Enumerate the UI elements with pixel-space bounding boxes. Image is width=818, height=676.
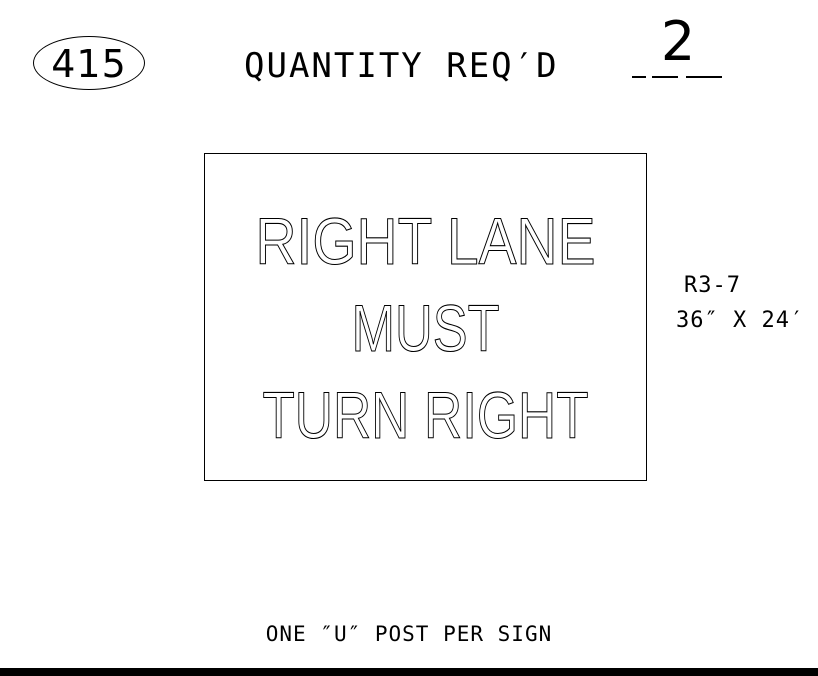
sign-code: R3-7 [684,273,741,298]
quantity-label: QUANTITY REQ′D [244,46,559,86]
sign-face: RIGHT LANE MUST TURN RIGHT [204,153,647,481]
quantity-underline [652,76,678,78]
quantity-underline [686,76,722,78]
sign-legend-line: MUST [352,291,500,365]
sheet-number: 415 [51,42,127,86]
post-note: ONE ″U″ POST PER SIGN [265,622,553,646]
bottom-border [0,668,818,676]
sign-legend-line: RIGHT LANE [256,204,596,278]
quantity-underline [632,76,646,78]
quantity-value: 2 [660,10,696,73]
sign-legend: RIGHT LANE MUST TURN RIGHT [255,203,596,452]
sign-size: 36″ X 24′ [676,308,805,333]
sign-legend-line: TURN RIGHT [263,378,589,452]
